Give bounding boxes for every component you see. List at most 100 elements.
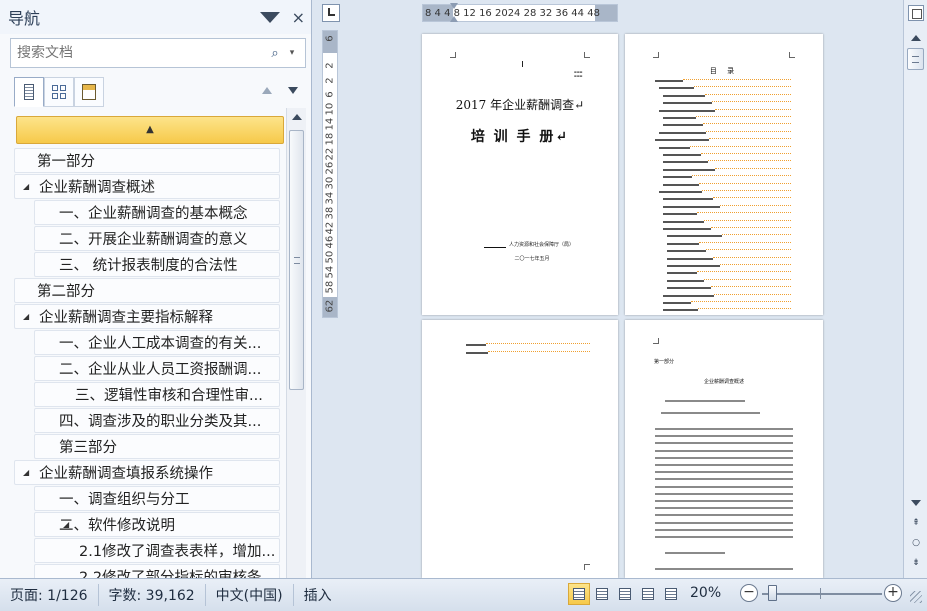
- tree-item-label: 企业薪酬调查主要指标解释: [39, 310, 213, 326]
- search-document-input[interactable]: [17, 45, 265, 61]
- toc-leader: [704, 219, 791, 221]
- expand-collapse-icon[interactable]: ◢: [23, 468, 29, 477]
- tab-selector[interactable]: [322, 4, 340, 22]
- outline-button[interactable]: [637, 583, 659, 605]
- toc-title: 目 录: [709, 67, 739, 75]
- tree-item[interactable]: ◢ 二、软件修改说明: [34, 512, 280, 537]
- tree-item[interactable]: 第二部分: [14, 278, 280, 303]
- document-scrollbar[interactable]: ⇞ ○ ⇟: [903, 0, 927, 578]
- indent-marker[interactable]: [450, 3, 458, 23]
- tree-item-label: 企业薪酬调查填报系统操作: [39, 466, 213, 482]
- toc-leader: [708, 160, 791, 162]
- part-label: 第一部分: [654, 359, 675, 365]
- zoom-slider-track[interactable]: [762, 593, 882, 595]
- scroll-down-arrow-icon[interactable]: [911, 500, 921, 506]
- tree-item[interactable]: 三、逻辑性审核和合理性审...: [34, 382, 280, 407]
- tree-item[interactable]: 2.1修改了调查表表样，增加...: [34, 538, 280, 563]
- insert-mode-status[interactable]: 插入: [294, 584, 342, 606]
- select-browse-object-icon[interactable]: ○: [910, 538, 922, 548]
- vertical-ruler[interactable]: 6 2 2 6 10 14 18 22 26 30 34 38 42 46 50 54 58 62: [322, 30, 338, 318]
- text-line: [655, 464, 793, 466]
- tree-item[interactable]: 第一部分: [14, 148, 280, 173]
- tree-item[interactable]: 一、调查组织与分工: [34, 486, 280, 511]
- search-icon[interactable]: ⌕: [265, 46, 285, 61]
- document-page-2[interactable]: 目 录: [625, 34, 823, 315]
- toc-text: [663, 302, 691, 304]
- ruler-tick-label: 18: [324, 132, 336, 146]
- document-page-1[interactable]: ▬▬▬ ▬▬▬ 2017 年企业薪酬调查↵ 培 训 手 册↵ 人力资源和社会保障厅…: [422, 34, 618, 315]
- crop-mark: [789, 52, 795, 58]
- draft-button[interactable]: [660, 583, 682, 605]
- print-layout-button[interactable]: [568, 583, 590, 605]
- tree-item[interactable]: 一、企业薪酬调查的基本概念: [34, 200, 280, 225]
- language-status[interactable]: 中文(中国): [206, 584, 294, 606]
- toc-text: [655, 139, 709, 142]
- toc-leader: [699, 241, 791, 243]
- search-results-view-icon: [82, 84, 96, 100]
- horizontal-ruler[interactable]: 8 4 4 8 12 16 2024 28 32 36 44 48: [422, 3, 618, 23]
- tree-item-label: 第二部分: [37, 284, 95, 300]
- tree-item-label: 二、开展企业薪酬调查的意义: [59, 232, 248, 248]
- zoom-out-button[interactable]: −: [740, 584, 758, 602]
- tree-item[interactable]: 二、开展企业薪酬调查的意义: [34, 226, 280, 251]
- toc-text: [667, 250, 706, 253]
- search-options-dropdown-icon[interactable]: ▾: [285, 48, 299, 58]
- view-ruler-toggle-icon[interactable]: [908, 5, 924, 21]
- tree-item[interactable]: 一、企业人工成本调查的有关...: [34, 330, 280, 355]
- toc-leader: [722, 234, 791, 236]
- text-line: [655, 485, 793, 488]
- nav-options-dropdown-icon[interactable]: [259, 11, 280, 23]
- ruler-tick-label: 50: [324, 250, 336, 264]
- tree-item-label: 四、调查涉及的职业分类及其...: [59, 414, 262, 430]
- blank-underline: [484, 247, 506, 248]
- collapse-all-button[interactable]: ▲: [16, 116, 284, 144]
- tree-item[interactable]: ◢ 企业薪酬调查概述: [14, 174, 280, 199]
- tree-item-label: 三、 统计报表制度的合法性: [59, 258, 238, 274]
- scroll-up-arrow-icon[interactable]: [292, 114, 302, 120]
- tree-item[interactable]: 三、 统计报表制度的合法性: [34, 252, 280, 277]
- previous-page-icon[interactable]: ⇞: [910, 518, 922, 528]
- zoom-level[interactable]: 20%: [690, 585, 721, 601]
- text-line: [655, 456, 793, 459]
- next-search-result-icon[interactable]: [288, 87, 298, 94]
- expand-collapse-icon[interactable]: ◢: [23, 312, 29, 321]
- scroll-up-arrow-icon[interactable]: [911, 35, 921, 41]
- document-page-3[interactable]: [422, 320, 618, 578]
- tree-item[interactable]: 二、企业从业人员工资报酬调...: [34, 356, 280, 381]
- tree-item-label: 一、调查组织与分工: [59, 492, 190, 508]
- expand-collapse-icon[interactable]: ◢: [63, 520, 69, 529]
- zoom-in-button[interactable]: +: [884, 584, 902, 602]
- tab-browse-headings[interactable]: [14, 77, 44, 107]
- toc-text: [663, 168, 715, 171]
- toc-text: [659, 146, 690, 149]
- page-count-status[interactable]: 页面: 1/126: [0, 584, 99, 606]
- nav-scrollbar[interactable]: [286, 108, 306, 578]
- document-page-4[interactable]: 第一部分 企业薪酬调查概述: [625, 320, 823, 578]
- previous-search-result-icon[interactable]: [262, 87, 272, 94]
- nav-close-icon[interactable]: ×: [292, 8, 305, 27]
- tab-browse-pages[interactable]: [44, 77, 74, 107]
- text-line: [655, 514, 793, 517]
- tree-item[interactable]: 四、调查涉及的职业分类及其...: [34, 408, 280, 433]
- toc-leader: [713, 256, 791, 258]
- tree-item[interactable]: ◢ 企业薪酬调查主要指标解释: [14, 304, 280, 329]
- text-line: [655, 478, 793, 481]
- tree-item[interactable]: 第三部分: [34, 434, 280, 459]
- expand-collapse-icon[interactable]: ◢: [23, 182, 29, 191]
- toc-leader: [715, 108, 791, 110]
- search-document-box[interactable]: ⌕ ▾: [10, 38, 306, 68]
- full-screen-reading-button[interactable]: [591, 583, 613, 605]
- resize-grip-icon[interactable]: [910, 591, 922, 603]
- next-page-icon[interactable]: ⇟: [910, 558, 922, 568]
- nav-scroll-thumb[interactable]: [289, 130, 304, 390]
- zoom-slider-thumb[interactable]: [767, 585, 777, 601]
- document-scroll-thumb[interactable]: [907, 48, 924, 70]
- toc-leader: [691, 301, 791, 302]
- tree-item-label: 一、企业人工成本调查的有关...: [59, 336, 262, 352]
- tab-browse-results[interactable]: [74, 77, 104, 107]
- tree-item[interactable]: 2.2修改了部分指标的审核条...: [34, 564, 280, 578]
- word-count-status[interactable]: 字数: 39,162: [99, 584, 206, 606]
- ruler-tick-label: 14: [324, 117, 336, 131]
- web-layout-button[interactable]: [614, 583, 636, 605]
- tree-item[interactable]: ◢ 企业薪酬调查填报系统操作: [14, 460, 280, 485]
